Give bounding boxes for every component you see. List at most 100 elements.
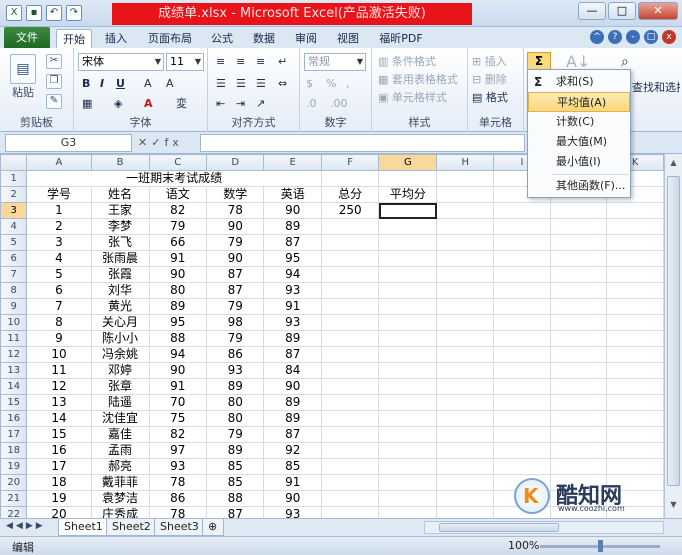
- formula-input[interactable]: [200, 134, 525, 152]
- orientation-icon[interactable]: ↗: [256, 96, 265, 112]
- worksheet-grid[interactable]: ABCDEFGHIJK 1一班期末考试成绩2学号姓名语文数学英语总分平均分31王…: [0, 154, 664, 518]
- cell-D10[interactable]: 98: [206, 314, 265, 331]
- cell-I13[interactable]: [493, 362, 551, 379]
- cell-A4[interactable]: 2: [26, 218, 92, 235]
- cell-E18[interactable]: 92: [263, 442, 322, 459]
- tab-formulas[interactable]: 公式: [204, 29, 240, 48]
- cell-H15[interactable]: [436, 394, 495, 411]
- cell-A17[interactable]: 15: [26, 426, 92, 443]
- cell-A16[interactable]: 14: [26, 410, 92, 427]
- align-right-icon[interactable]: ☰: [256, 76, 266, 92]
- restore-button[interactable]: □: [608, 2, 636, 20]
- cell-E4[interactable]: 89: [263, 218, 322, 235]
- cell-F13[interactable]: [320, 362, 380, 379]
- cell-E15[interactable]: 89: [263, 394, 322, 411]
- cell-F8[interactable]: [320, 282, 380, 299]
- row-header-7[interactable]: 7: [0, 266, 28, 283]
- cell-C4[interactable]: 79: [148, 218, 208, 235]
- cell-C6[interactable]: 91: [148, 250, 208, 267]
- tab-home[interactable]: 开始: [56, 29, 92, 48]
- autosum-button[interactable]: Σ: [527, 52, 551, 70]
- header-cell-E[interactable]: 英语: [263, 186, 322, 203]
- cell-F21[interactable]: [320, 490, 380, 507]
- cell-K17[interactable]: [606, 426, 664, 443]
- cell-I15[interactable]: [493, 394, 551, 411]
- cell-G19[interactable]: [378, 458, 438, 475]
- cell-B7[interactable]: 张霞: [90, 266, 150, 283]
- cell-G7[interactable]: [378, 266, 438, 283]
- cell-B15[interactable]: 陆遥: [90, 394, 150, 411]
- menu-item-more-functions[interactable]: 其他函数(F)...: [528, 176, 630, 196]
- cell-G14[interactable]: [378, 378, 438, 395]
- cell-E17[interactable]: 87: [263, 426, 322, 443]
- cell-G10[interactable]: [378, 314, 438, 331]
- italic-button[interactable]: I: [100, 76, 104, 92]
- zoom-level[interactable]: 100%: [508, 539, 539, 552]
- cell-E12[interactable]: 87: [263, 346, 322, 363]
- cell-D11[interactable]: 79: [206, 330, 265, 347]
- cell-D7[interactable]: 87: [206, 266, 265, 283]
- cell-D20[interactable]: 85: [206, 474, 265, 491]
- column-header-C[interactable]: C: [148, 154, 208, 171]
- name-box[interactable]: G3: [5, 134, 132, 152]
- horizontal-scrollbar-thumb[interactable]: [439, 523, 559, 532]
- cell-K11[interactable]: [606, 330, 664, 347]
- cell-A11[interactable]: 9: [26, 330, 92, 347]
- cell-B10[interactable]: 关心月: [90, 314, 150, 331]
- row-header-3[interactable]: 3: [0, 202, 28, 219]
- header-cell-A[interactable]: 学号: [26, 186, 92, 203]
- cell-C8[interactable]: 80: [148, 282, 208, 299]
- cell-H8[interactable]: [436, 282, 495, 299]
- menu-item-min[interactable]: 最小值(I): [528, 152, 630, 172]
- cell-A5[interactable]: 3: [26, 234, 92, 251]
- find-select-label[interactable]: 查找和选择: [632, 80, 680, 96]
- cell-H21[interactable]: [436, 490, 495, 507]
- cell-K7[interactable]: [606, 266, 664, 283]
- cell-K15[interactable]: [606, 394, 664, 411]
- cell-F10[interactable]: [320, 314, 380, 331]
- cell-C7[interactable]: 90: [148, 266, 208, 283]
- close-button[interactable]: ✕: [638, 2, 678, 20]
- cell-F6[interactable]: [320, 250, 380, 267]
- cell-B5[interactable]: 张飞: [90, 234, 150, 251]
- phonetic-icon[interactable]: 変: [176, 96, 187, 112]
- menu-item-max[interactable]: 最大值(M): [528, 132, 630, 152]
- shrink-font-icon[interactable]: A: [166, 76, 174, 92]
- cell-K3[interactable]: [606, 202, 664, 219]
- cell-G20[interactable]: [378, 474, 438, 491]
- cell-E6[interactable]: 95: [263, 250, 322, 267]
- cell-J12[interactable]: [549, 346, 608, 363]
- font-size-select[interactable]: 11 ▼: [166, 53, 204, 71]
- cell-B19[interactable]: 郝亮: [90, 458, 150, 475]
- cell-E22[interactable]: 93: [263, 506, 322, 518]
- cell-B16[interactable]: 沈佳宜: [90, 410, 150, 427]
- cell-I4[interactable]: [493, 218, 551, 235]
- cell-G16[interactable]: [378, 410, 438, 427]
- minimize-button[interactable]: —: [578, 2, 606, 20]
- row-header-4[interactable]: 4: [0, 218, 28, 235]
- cell-J7[interactable]: [549, 266, 608, 283]
- header-cell-C[interactable]: 语文: [148, 186, 208, 203]
- cell-C18[interactable]: 97: [148, 442, 208, 459]
- column-header-F[interactable]: F: [320, 154, 380, 171]
- cell-K13[interactable]: [606, 362, 664, 379]
- font-name-select[interactable]: 宋体 ▼: [78, 53, 164, 71]
- header-cell-G[interactable]: 平均分: [378, 186, 438, 203]
- cell-F16[interactable]: [320, 410, 380, 427]
- tab-data[interactable]: 数据: [246, 29, 282, 48]
- tab-review[interactable]: 审阅: [288, 29, 324, 48]
- cell-F1[interactable]: [320, 170, 380, 187]
- cell-B14[interactable]: 张章: [90, 378, 150, 395]
- cell-G22[interactable]: [378, 506, 438, 518]
- header-cell-D[interactable]: 数学: [206, 186, 265, 203]
- cell-C19[interactable]: 93: [148, 458, 208, 475]
- cell-E9[interactable]: 91: [263, 298, 322, 315]
- cell-J8[interactable]: [549, 282, 608, 299]
- cell-F9[interactable]: [320, 298, 380, 315]
- cell-F17[interactable]: [320, 426, 380, 443]
- cell-A19[interactable]: 17: [26, 458, 92, 475]
- cell-J5[interactable]: [549, 234, 608, 251]
- row-header-10[interactable]: 10: [0, 314, 28, 331]
- cell-I19[interactable]: [493, 458, 551, 475]
- menu-item-sum[interactable]: Σ 求和(S): [528, 72, 630, 92]
